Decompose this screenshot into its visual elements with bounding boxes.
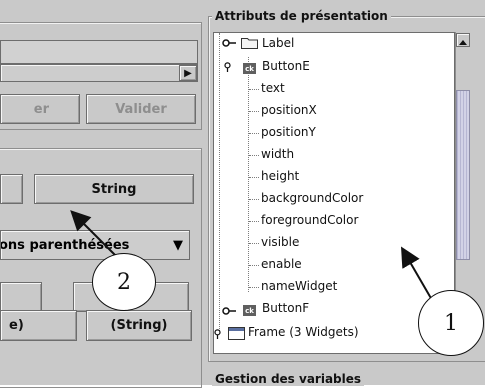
callout-2-arrow — [70, 210, 116, 256]
annotation-arrows — [70, 210, 433, 301]
callout-2-label: 2 — [117, 269, 131, 295]
callout-1-label: 1 — [444, 310, 458, 336]
callout-1: 1 — [418, 290, 484, 356]
callout-2: 2 — [92, 253, 156, 311]
callout-1-arrow — [400, 246, 433, 301]
